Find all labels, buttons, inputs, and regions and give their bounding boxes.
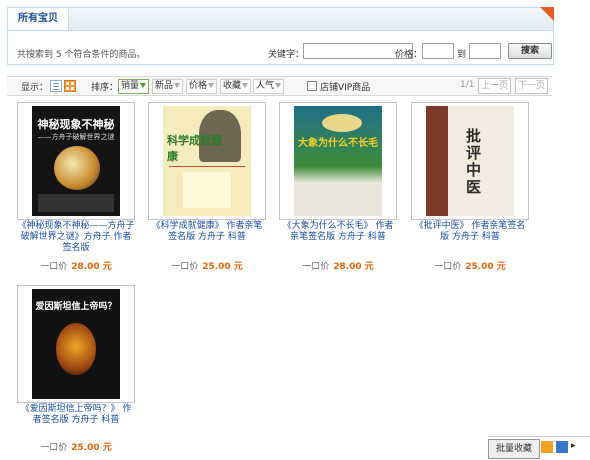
search-panel: 所有宝贝 共搜索到 5 个符合条件的商品。 关键字： 价格： 到 搜索 bbox=[7, 7, 554, 65]
product-image[interactable]: 科学成就健康 bbox=[148, 102, 266, 220]
book-cover: 神秘现象不神秘 ——方舟子破解世界之谜 bbox=[32, 106, 120, 216]
price-label: 一口价 bbox=[40, 262, 68, 272]
next-page-button[interactable]: 下一页 bbox=[515, 78, 548, 94]
product-image[interactable]: 大象为什么不长毛 bbox=[279, 102, 397, 220]
book-cover: 大象为什么不长毛 bbox=[294, 106, 382, 216]
price-row: 一口价 25.00 元 bbox=[17, 440, 135, 453]
sort-toolbar: 显示： 排序： 销量 新品 价格 收藏 人气 店铺VIP商品 1/1 上一页 下… bbox=[7, 76, 552, 96]
cover-title: 批评中医 bbox=[466, 127, 482, 196]
sort-by-popularity[interactable]: 人气 bbox=[253, 79, 285, 94]
cover-title: 爱因斯坦信上帝吗？ bbox=[35, 302, 117, 312]
sort-by-new-label: 新品 bbox=[155, 81, 174, 91]
price-label: 一口价 bbox=[171, 262, 199, 272]
list-view-icon[interactable] bbox=[50, 80, 62, 92]
cover-rule bbox=[169, 166, 245, 167]
cover-title: 神秘现象不神秘 bbox=[37, 118, 115, 131]
prev-page-button[interactable]: 上一页 bbox=[478, 78, 511, 94]
sort-by-new[interactable]: 新品 bbox=[152, 79, 184, 94]
cover-art bbox=[54, 146, 100, 190]
search-button[interactable]: 搜索 bbox=[508, 43, 552, 59]
grid-view-icon[interactable] bbox=[64, 80, 76, 92]
cover-panel bbox=[183, 172, 231, 208]
cover-spine-band bbox=[426, 106, 448, 216]
price-label: 一口价 bbox=[40, 443, 68, 453]
panel-header: 所有宝贝 bbox=[8, 8, 553, 31]
sort-by-favorites-label: 收藏 bbox=[223, 81, 242, 91]
sort-down-arrow-icon bbox=[208, 83, 215, 88]
product-title-link[interactable]: 《批评中医》 作者亲笔签名版 方舟子 科普 bbox=[411, 221, 529, 243]
batch-favorite-button[interactable]: 批量收藏 bbox=[488, 439, 540, 459]
display-label: 显示： bbox=[21, 83, 49, 93]
price-label: 一口价 bbox=[302, 262, 330, 272]
floating-toolbar: 批量收藏 ▸ bbox=[488, 436, 590, 460]
book-cover: 科学成就健康 bbox=[163, 106, 251, 216]
sort-down-arrow-icon bbox=[140, 83, 147, 88]
book-cover: 爱因斯坦信上帝吗？ bbox=[32, 289, 120, 399]
sort-down-arrow-icon bbox=[275, 83, 282, 88]
sort-by-popularity-label: 人气 bbox=[256, 81, 275, 91]
keyword-label: 关键字： bbox=[268, 50, 305, 60]
price-min-input[interactable] bbox=[422, 43, 454, 59]
sort-by-price[interactable]: 价格 bbox=[186, 79, 218, 94]
price-value: 25.00 元 bbox=[202, 262, 243, 272]
cover-band bbox=[38, 194, 114, 212]
vip-label: 店铺VIP商品 bbox=[320, 83, 371, 93]
vip-checkbox[interactable] bbox=[307, 81, 317, 91]
price-value: 25.00 元 bbox=[465, 262, 506, 272]
result-summary: 共搜索到 5 个符合条件的商品。 bbox=[17, 50, 146, 60]
price-max-input[interactable] bbox=[469, 43, 501, 59]
sort-by-favorites[interactable]: 收藏 bbox=[220, 79, 252, 94]
cover-title: 科学成就健康 bbox=[167, 134, 222, 163]
price-value: 25.00 元 bbox=[71, 443, 112, 453]
corner-badge[interactable] bbox=[540, 7, 554, 21]
cover-art bbox=[322, 114, 362, 132]
price-value: 28.00 元 bbox=[333, 262, 374, 272]
book-cover: 批评中医 bbox=[426, 106, 514, 216]
sort-by-sales[interactable]: 销量 bbox=[118, 79, 150, 94]
product-image[interactable]: 批评中医 bbox=[411, 102, 529, 220]
sort-label: 排序： bbox=[91, 83, 119, 93]
price-value: 28.00 元 bbox=[71, 262, 112, 272]
tab-all-items[interactable]: 所有宝贝 bbox=[8, 8, 69, 30]
cover-subtitle: ——方舟子破解世界之谜 bbox=[37, 133, 115, 141]
sort-by-sales-label: 销量 bbox=[121, 81, 140, 91]
product-title-link[interactable]: 《神秘现象不神秘——方舟子破解世界之谜》方舟子 作者签名版 bbox=[17, 221, 135, 254]
price-label: 价格： bbox=[395, 50, 423, 60]
cover-title: 大象为什么不长毛 bbox=[298, 138, 378, 149]
price-row: 一口价 28.00 元 bbox=[279, 259, 397, 272]
price-label: 一口价 bbox=[434, 262, 462, 272]
share-icon[interactable] bbox=[556, 441, 568, 453]
product-title-link[interactable]: 《科学成就健康》 作者亲笔签名版 方舟子 科普 bbox=[148, 221, 266, 243]
product-image[interactable]: 神秘现象不神秘 ——方舟子破解世界之谜 bbox=[17, 102, 135, 220]
price-row: 一口价 25.00 元 bbox=[148, 259, 266, 272]
price-to-label: 到 bbox=[457, 50, 467, 60]
cover-art bbox=[56, 323, 96, 375]
sort-by-price-label: 价格 bbox=[189, 81, 208, 91]
star-icon[interactable] bbox=[541, 441, 553, 453]
sort-down-arrow-icon bbox=[242, 83, 249, 88]
product-image[interactable]: 爱因斯坦信上帝吗？ bbox=[17, 285, 135, 403]
product-title-link[interactable]: 《大象为什么不长毛》 作者亲笔签名版 方舟子 科普 bbox=[279, 221, 397, 243]
expand-icon[interactable]: ▸ bbox=[571, 441, 589, 455]
page-count: 1/1 bbox=[460, 80, 475, 90]
price-row: 一口价 28.00 元 bbox=[17, 259, 135, 272]
price-row: 一口价 25.00 元 bbox=[411, 259, 529, 272]
product-title-link[interactable]: 《爱因斯坦信上帝吗？》 作者签名版 方舟子 科普 bbox=[17, 404, 135, 426]
sort-down-arrow-icon bbox=[174, 83, 181, 88]
